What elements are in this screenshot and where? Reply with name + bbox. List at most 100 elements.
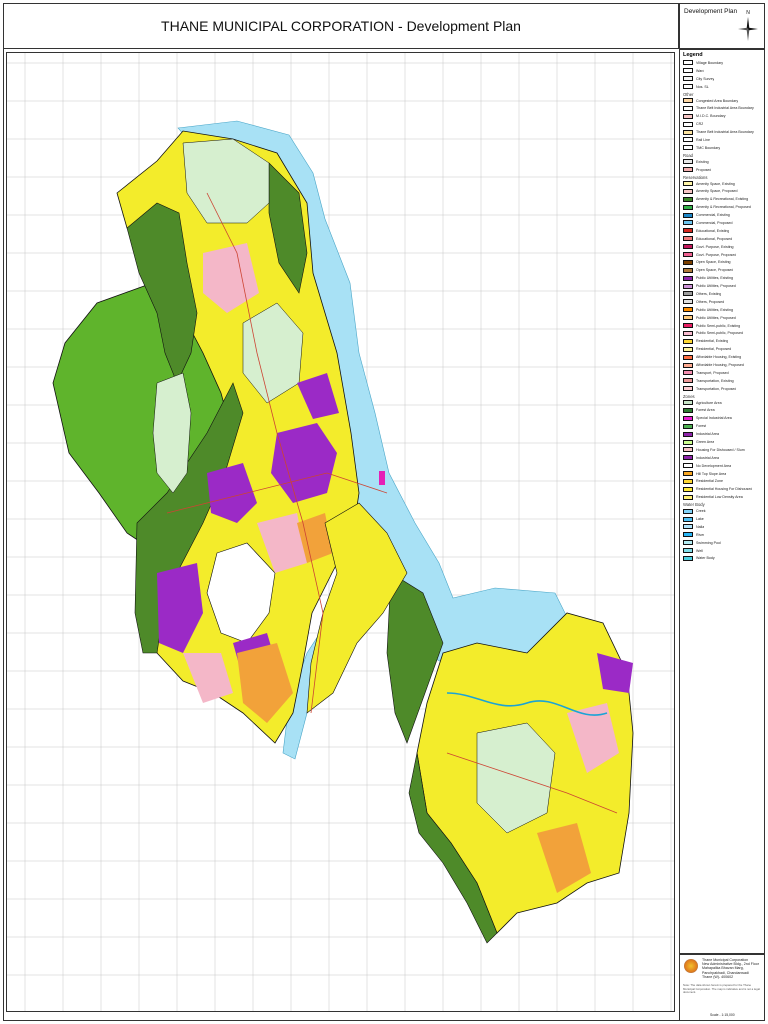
legend-label: Transportation, Proposed (696, 386, 737, 391)
legend-label: Amenity Space, Existing (696, 181, 735, 186)
legend-item: Transportation, Existing (683, 377, 764, 385)
north-arrow-icon: N (738, 10, 758, 41)
legend-item: Hill Top Slope Area (683, 470, 764, 478)
legend-item: Thane Belt Industrial Area Boundary (683, 104, 764, 112)
legend-label: Govt. Purpose, Existing (696, 244, 734, 249)
org-line: Thane (W)- 400602 (702, 974, 734, 979)
legend-item: Public Utilities, Existing (683, 306, 764, 314)
legend-swatch (683, 167, 693, 173)
north-label: N (746, 10, 750, 16)
legend-swatch (683, 204, 693, 210)
legend-item: Well (683, 547, 764, 555)
legend-item: Proposed (683, 166, 764, 174)
legend-label: Swimming Pool (696, 540, 721, 545)
tmc-logo-icon (684, 959, 698, 973)
legend-item: Water Body (683, 555, 764, 563)
legend-item: Open Space, Existing (683, 258, 764, 266)
legend-label: Residential, Existing (696, 339, 729, 344)
legend-label: Rail Line (696, 137, 710, 142)
legend-label: Nos. SL (696, 84, 709, 89)
legend-label: Public Semi-public, Proposed (696, 331, 743, 336)
legend-item: Creek (683, 507, 764, 515)
legend-item: CRZ (683, 120, 764, 128)
legend-item: Nalla (683, 523, 764, 531)
legend-label: Transportation, Existing (696, 378, 734, 383)
development-plan-map[interactable] (7, 53, 675, 1012)
legend-swatch (683, 378, 693, 384)
legend-item: Transport, Proposed (683, 369, 764, 377)
organization-address: Thane Municipal Corporation New Administ… (702, 958, 762, 979)
legend-swatch (683, 362, 693, 368)
legend-label: Amenity Space, Proposed (696, 189, 738, 194)
legend-label: Transport, Proposed (696, 370, 729, 375)
legend-item: Industrial Area (683, 454, 764, 462)
legend-swatch (683, 267, 693, 273)
legend-item: No Development Area (683, 462, 764, 470)
map-frame[interactable] (6, 52, 675, 1012)
legend-label: Creek (696, 509, 706, 514)
legend-swatch (683, 291, 693, 297)
legend-label: Others, Proposed (696, 299, 725, 304)
legend-swatch (683, 129, 693, 135)
legend-item: Special Industrial Area (683, 414, 764, 422)
legend-item: M.I.D.C. Boundary (683, 112, 764, 120)
legend-item: Housing For Dishoused / Slum (683, 446, 764, 454)
legend-label: Industrial Area (696, 432, 719, 437)
legend-item: Amenity & Recreational, Existing (683, 195, 764, 203)
legend-item: Residential Low Density Area (683, 493, 764, 501)
legend-label: Commercial, Proposed (696, 220, 733, 225)
legend-swatch (683, 181, 693, 187)
legend-item: Others, Existing (683, 290, 764, 298)
legend-label: River (696, 532, 705, 537)
legend-label: Nalla (696, 524, 705, 529)
legend-label: Village Boundary (696, 60, 724, 65)
legend-swatch (683, 98, 693, 103)
legend-item: Ward (683, 67, 764, 75)
legend-item: Affordable Housing, Existing (683, 353, 764, 361)
legend-swatch (683, 386, 693, 392)
legend-label: City Survey (696, 76, 715, 81)
legend-item: Agriculture Area (683, 399, 764, 407)
legend-swatch (683, 423, 693, 429)
legend-label: Agriculture Area (696, 400, 722, 405)
legend-body: Village Boundary Ward City Survey Nos. SL Ot… (680, 59, 764, 562)
map-note: Note: The data shown herein is prepared … (683, 983, 760, 995)
legend-swatch (683, 137, 693, 143)
legend-item: Public Semi-public, Proposed (683, 330, 764, 338)
corner-label: Development Plan (684, 8, 738, 15)
legend-swatch (683, 323, 693, 329)
agriculture-west (152, 372, 192, 494)
legend-item: Lake (683, 515, 764, 523)
legend-item: Congested Area Boundary (683, 97, 764, 105)
legend-label: Others, Existing (696, 291, 722, 296)
legend-swatch (683, 516, 693, 522)
info-panel: Thane Municipal Corporation New Administ… (679, 954, 765, 1021)
legend-item: Public Utilities, Proposed (683, 314, 764, 322)
legend-label: Residential Zone (696, 479, 723, 484)
legend-swatch (683, 84, 693, 90)
legend-label: M.I.D.C. Boundary (696, 114, 726, 119)
legend-swatch (683, 415, 693, 421)
legend-label: Public Utilities, Existing (696, 276, 733, 281)
page-title: THANE MUNICIPAL CORPORATION - Developmen… (161, 18, 521, 34)
legend-swatch (683, 463, 693, 469)
legend-swatch (683, 105, 693, 111)
legend-label: Open Space, Proposed (696, 268, 734, 273)
legend-label: Ward (696, 68, 705, 73)
legend-swatch (683, 555, 693, 561)
corner-box: Development Plan N (679, 3, 765, 49)
legend-item: Thane Belt Industrial Area Boundary (683, 128, 764, 136)
legend-label: No Development Area (696, 463, 732, 468)
legend-swatch (683, 145, 693, 151)
legend-item: Public Semi-public, Existing (683, 322, 764, 330)
legend-label: Amenity & Recreational, Proposed (696, 205, 751, 210)
legend-item: City Survey (683, 75, 764, 83)
legend-swatch (683, 346, 693, 352)
legend-item: Rail Line (683, 136, 764, 144)
title-bar: THANE MUNICIPAL CORPORATION - Developmen… (3, 3, 679, 49)
legend-swatch (683, 259, 693, 265)
legend-swatch (683, 471, 693, 477)
legend-label: Residential Low Density Area (696, 495, 743, 500)
legend-label: Public Utilities, Existing (696, 307, 733, 312)
legend-item: Educational, Proposed (683, 235, 764, 243)
